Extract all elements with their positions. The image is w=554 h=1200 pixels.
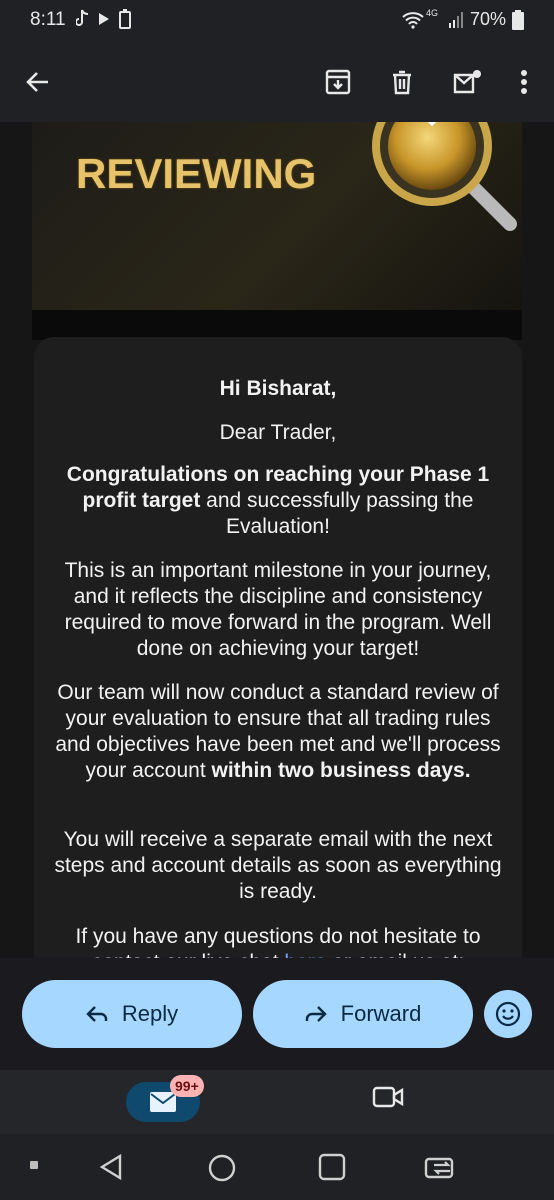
battery-percent: 70% <box>469 9 506 29</box>
greeting: Hi Bisharat, <box>219 377 337 400</box>
system-nav-bar <box>0 1134 554 1200</box>
toolbar <box>0 40 554 122</box>
email-actions: Reply Forward <box>0 958 554 1070</box>
bottom-nav: 99+ <box>0 1070 554 1134</box>
network-type: 4G <box>425 7 438 18</box>
paragraph-contact: If you have any questions do not hesitat… <box>52 924 504 960</box>
reply-label: Reply <box>121 1001 179 1026</box>
forward-button[interactable]: Forward <box>253 980 473 1048</box>
status-bar: 8:11 4G 70% <box>0 0 554 40</box>
mark-unread-button[interactable] <box>447 62 487 102</box>
notification-icons <box>76 8 132 30</box>
archive-button[interactable] <box>318 62 358 102</box>
video-camera-icon <box>372 1086 404 1108</box>
play-icon <box>99 13 109 25</box>
paragraph-next-steps: You will receive a separate email with t… <box>54 828 502 903</box>
tiktok-icon <box>76 9 89 26</box>
paragraph-milestone: This is an important milestone in your j… <box>64 559 492 660</box>
wifi-icon <box>402 11 424 29</box>
smiley-icon <box>495 1001 521 1027</box>
back-button[interactable] <box>18 62 58 102</box>
meet-tab[interactable] <box>372 1084 404 1115</box>
paragraph-congratulations: Congratulations on reaching your Phase 1… <box>52 462 504 540</box>
recents-nav-icon[interactable] <box>318 1153 346 1181</box>
archive-icon <box>325 69 351 95</box>
status-time: 8:11 <box>30 9 66 30</box>
more-options-button[interactable] <box>504 62 544 102</box>
switch-app-icon[interactable] <box>424 1153 460 1181</box>
status-right: 4G 70% <box>402 7 524 30</box>
paragraph-review: Our team will now conduct a standard rev… <box>52 680 504 784</box>
nav-dot-icon <box>30 1161 38 1169</box>
signal-icon <box>448 11 463 28</box>
battery-icon <box>512 9 524 30</box>
banner-bottom-strip <box>32 310 522 340</box>
reply-button[interactable]: Reply <box>22 980 242 1048</box>
salutation: Dear Trader, <box>219 421 337 444</box>
reply-icon <box>86 1006 108 1022</box>
magnifier-icon <box>372 122 517 231</box>
arrow-back-icon <box>26 72 48 92</box>
banner-title: REVIEWING <box>76 150 317 197</box>
forward-label: Forward <box>340 1001 422 1026</box>
mail-count-badge: 99+ <box>170 1075 204 1097</box>
back-nav-icon[interactable] <box>98 1153 124 1181</box>
paragraph-congratulations-rest: and successfully passing the Evaluation! <box>200 489 474 538</box>
emoji-reaction-button[interactable] <box>484 990 532 1038</box>
mark-unread-icon <box>453 70 481 94</box>
paragraph-review-bold: within two business days. <box>211 759 471 782</box>
email-body[interactable]: REVIEWING Hi Bisharat, Dear Trader, Cong… <box>0 122 554 960</box>
home-nav-icon[interactable] <box>207 1153 237 1183</box>
more-vert-icon <box>521 70 527 94</box>
trash-icon <box>393 70 411 95</box>
delete-button[interactable] <box>382 62 422 102</box>
forward-icon <box>305 1006 327 1022</box>
battery-saver-icon <box>119 9 131 29</box>
